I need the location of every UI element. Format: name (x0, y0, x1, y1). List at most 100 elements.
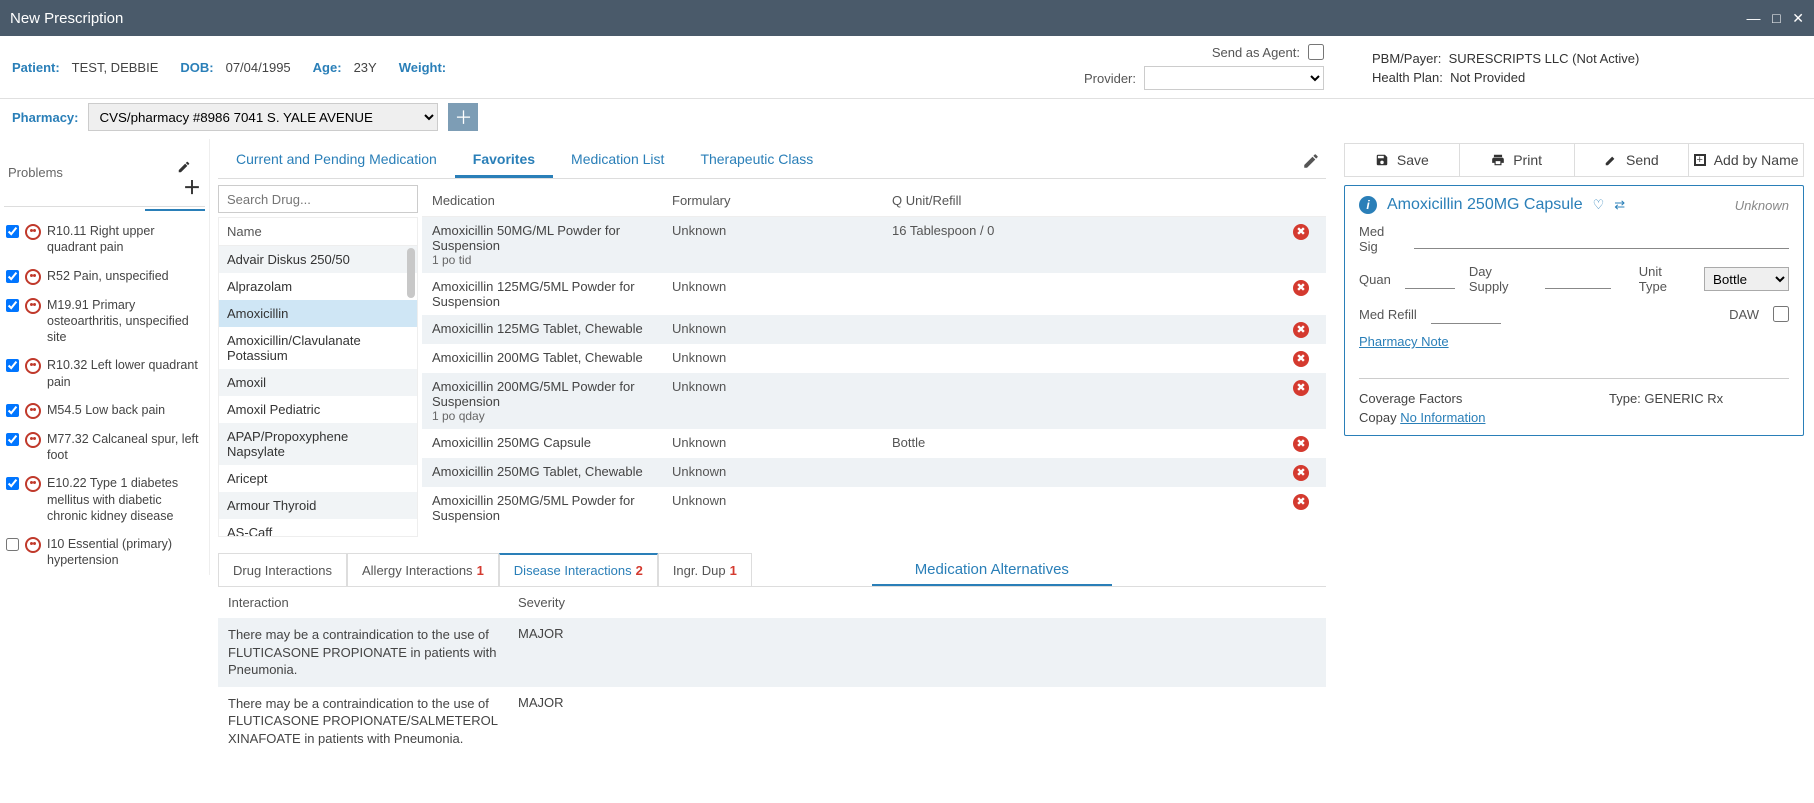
tab-disease-interactions[interactable]: Disease Interactions2 (499, 553, 658, 586)
send-button[interactable]: Send (1575, 144, 1690, 176)
problem-checkbox[interactable] (6, 299, 19, 312)
medsig-input[interactable] (1414, 229, 1789, 249)
refill-input[interactable] (1431, 304, 1501, 324)
interaction-h2: Severity (518, 595, 565, 610)
drug-list-item[interactable]: Aricept (219, 465, 417, 492)
medication-row[interactable]: Amoxicillin 250MG Capsule Unknown Bottle… (422, 429, 1326, 458)
pharmacy-note-area[interactable] (1359, 355, 1789, 379)
print-button[interactable]: Print (1460, 144, 1575, 176)
problem-item[interactable]: R52 Pain, unspecified (4, 262, 205, 291)
problem-text: I10 Essential (primary) hypertension (47, 536, 203, 569)
add-problem-icon[interactable]: ＋ (183, 178, 201, 198)
dob-label: DOB: (180, 60, 213, 75)
tab-ingredient-dup[interactable]: Ingr. Dup1 (658, 553, 752, 586)
problem-item[interactable]: M54.5 Low back pain (4, 396, 205, 425)
drug-list[interactable]: Name Advair Diskus 250/50AlprazolamAmoxi… (218, 217, 418, 537)
unittype-select[interactable]: Bottle (1704, 267, 1789, 291)
tab-favorites[interactable]: Favorites (455, 143, 553, 178)
send-icon (1604, 153, 1618, 167)
patient-bar: Patient: TEST, DEBBIE DOB: 07/04/1995 Ag… (0, 36, 1814, 99)
age-label: Age: (313, 60, 342, 75)
problem-checkbox[interactable] (6, 270, 19, 283)
med-formulary: Unknown (672, 435, 892, 450)
drug-list-item[interactable]: Amoxicillin/Clavulanate Potassium (219, 327, 417, 369)
remove-med-icon[interactable]: ✖ (1293, 224, 1309, 240)
quan-input[interactable] (1405, 269, 1455, 289)
medication-row[interactable]: Amoxicillin 200MG/5ML Powder for Suspens… (422, 373, 1326, 429)
sadface-icon (25, 432, 41, 448)
problem-checkbox[interactable] (6, 225, 19, 238)
med-formulary: Unknown (672, 379, 892, 394)
drug-list-item[interactable]: Amoxil (219, 369, 417, 396)
remove-med-icon[interactable]: ✖ (1293, 380, 1309, 396)
drug-search-input[interactable] (218, 185, 418, 213)
pharmacy-select[interactable]: CVS/pharmacy #8986 7041 S. YALE AVENUE (88, 103, 438, 131)
swap-icon[interactable]: ⇄ (1614, 197, 1625, 213)
tab-drug-interactions[interactable]: Drug Interactions (218, 553, 347, 586)
problem-checkbox[interactable] (6, 433, 19, 446)
problem-checkbox[interactable] (6, 404, 19, 417)
medication-row[interactable]: Amoxicillin 125MG/5ML Powder for Suspens… (422, 273, 1326, 315)
remove-med-icon[interactable]: ✖ (1293, 494, 1309, 510)
remove-med-icon[interactable]: ✖ (1293, 351, 1309, 367)
medication-row[interactable]: Amoxicillin 50MG/ML Powder for Suspensio… (422, 217, 1326, 273)
drug-list-item[interactable]: Amoxil Pediatric (219, 396, 417, 423)
medication-row[interactable]: Amoxicillin 200MG Tablet, Chewable Unkno… (422, 344, 1326, 373)
drug-list-item[interactable]: Amoxicillin (219, 300, 417, 327)
problem-item[interactable]: M19.91 Primary osteoarthritis, unspecifi… (4, 291, 205, 352)
save-button[interactable]: Save (1345, 144, 1460, 176)
sadface-icon (25, 269, 41, 285)
problem-item[interactable]: R10.11 Right upper quadrant pain (4, 217, 205, 262)
sadface-icon (25, 298, 41, 314)
medication-panel: Current and Pending Medication Favorites… (210, 139, 1334, 755)
favorite-icon[interactable]: ♡ (1593, 197, 1605, 213)
problem-text: M54.5 Low back pain (47, 402, 203, 418)
daysupply-input[interactable] (1545, 269, 1611, 289)
remove-med-icon[interactable]: ✖ (1293, 280, 1309, 296)
tab-medication-list[interactable]: Medication List (553, 143, 682, 178)
tab-current-pending[interactable]: Current and Pending Medication (218, 143, 455, 178)
problem-item[interactable]: E10.22 Type 1 diabetes mellitus with dia… (4, 469, 205, 530)
edit-favorites-icon[interactable] (1296, 146, 1326, 176)
info-icon[interactable]: i (1359, 196, 1377, 214)
pharmacy-note-link[interactable]: Pharmacy Note (1359, 334, 1449, 349)
medication-row[interactable]: Amoxicillin 125MG Tablet, Chewable Unkno… (422, 315, 1326, 344)
send-agent-checkbox[interactable] (1308, 44, 1324, 60)
drug-list-item[interactable]: Advair Diskus 250/50 (219, 246, 417, 273)
maximize-icon[interactable]: □ (1772, 10, 1780, 26)
remove-med-icon[interactable]: ✖ (1293, 436, 1309, 452)
drug-list-item[interactable]: APAP/Propoxyphene Napsylate (219, 423, 417, 465)
drug-list-item[interactable]: Alprazolam (219, 273, 417, 300)
provider-select[interactable] (1144, 66, 1324, 90)
close-icon[interactable]: ✕ (1792, 10, 1804, 26)
print-icon (1491, 153, 1505, 167)
drug-list-item[interactable]: AS-Caff (219, 519, 417, 537)
problem-checkbox[interactable] (6, 538, 19, 551)
problem-item[interactable]: I10 Essential (primary) hypertension (4, 530, 205, 575)
tab-allergy-interactions[interactable]: Allergy Interactions1 (347, 553, 499, 586)
copay-noinfo-link[interactable]: No Information (1400, 410, 1485, 425)
drug-list-item[interactable]: Armour Thyroid (219, 492, 417, 519)
remove-med-icon[interactable]: ✖ (1293, 465, 1309, 481)
problem-item[interactable]: R10.32 Left lower quadrant pain (4, 351, 205, 396)
add-pharmacy-button[interactable]: ＋ (448, 103, 478, 131)
daw-checkbox[interactable] (1773, 306, 1789, 322)
rx-type: Type: GENERIC Rx (1609, 391, 1789, 406)
medication-alternatives-header[interactable]: Medication Alternatives (872, 555, 1112, 586)
problem-checkbox[interactable] (6, 359, 19, 372)
problem-checkbox[interactable] (6, 477, 19, 490)
add-by-name-button[interactable]: + Add by Name (1689, 144, 1803, 176)
minimize-icon[interactable]: — (1747, 10, 1761, 26)
med-name: Amoxicillin 125MG Tablet, Chewable (432, 321, 672, 336)
tab-therapeutic-class[interactable]: Therapeutic Class (682, 143, 831, 178)
problem-item[interactable]: M77.32 Calcaneal spur, left foot (4, 425, 205, 470)
medsig-label: Med Sig (1359, 224, 1406, 254)
medication-row[interactable]: Amoxicillin 250MG Tablet, Chewable Unkno… (422, 458, 1326, 487)
edit-problems-icon[interactable] (177, 160, 201, 174)
medication-row[interactable]: Amoxicillin 250MG/5ML Powder for Suspens… (422, 487, 1326, 529)
plan-label: Health Plan: (1372, 70, 1443, 85)
sadface-icon (25, 476, 41, 492)
remove-med-icon[interactable]: ✖ (1293, 322, 1309, 338)
rx-title: Amoxicillin 250MG Capsule (1387, 196, 1583, 214)
drug-list-scrollbar[interactable] (407, 248, 415, 298)
